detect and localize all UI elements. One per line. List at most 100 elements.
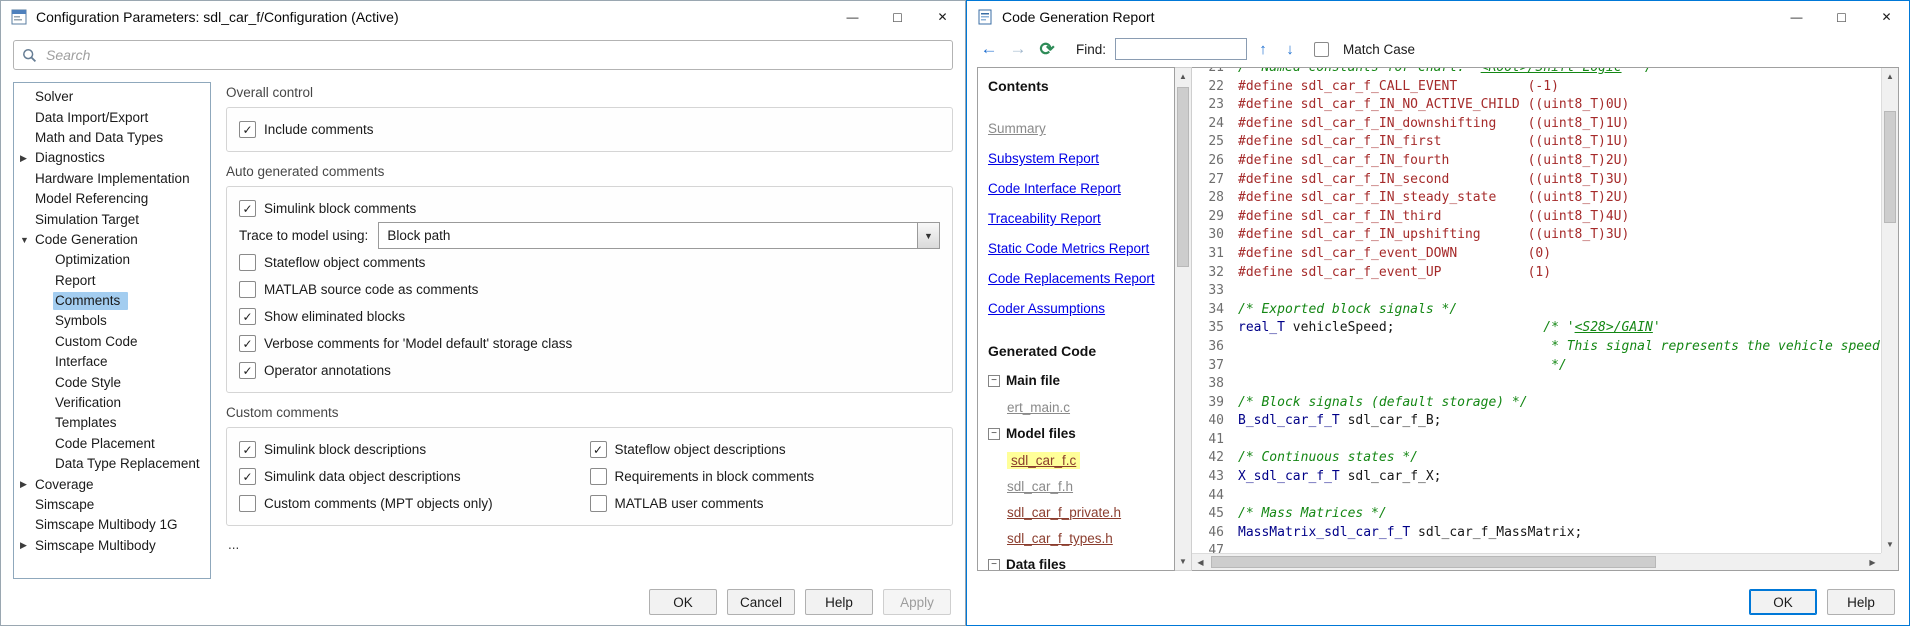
ok-button[interactable]: OK [649, 589, 717, 615]
tree-collapsed-icon[interactable]: ▶ [20, 479, 33, 490]
code-symbol-link[interactable]: X_sdl_car_f_T [1238, 469, 1340, 484]
search-box[interactable] [13, 40, 953, 70]
match-case-checkbox[interactable] [1314, 42, 1329, 57]
file-link-sdl-car-f-h[interactable]: sdl_car_f.h [1007, 479, 1073, 494]
cancel-button[interactable]: Cancel [727, 589, 795, 615]
file-link-ert-main-c[interactable]: ert_main.c [1007, 400, 1070, 415]
tree-item-simscape[interactable]: Simscape [14, 495, 210, 515]
checkbox-simulink-block-comments[interactable]: ✓ [239, 200, 256, 217]
tree-item-templates[interactable]: Templates [14, 413, 210, 433]
code-vscroll-thumb[interactable] [1884, 111, 1896, 223]
tree-item-symbols[interactable]: Symbols [14, 311, 210, 331]
back-icon[interactable]: ← [977, 37, 1001, 61]
scroll-down-icon[interactable]: ▼ [1175, 553, 1191, 570]
tree-item-solver[interactable]: Solver [14, 87, 210, 107]
maximize-button[interactable]: □ [1819, 1, 1864, 33]
apply-button[interactable]: Apply [883, 589, 951, 615]
toc-link-coder-assumptions[interactable]: Coder Assumptions [988, 300, 1164, 317]
toc-link-code-replacements-report[interactable]: Code Replacements Report [988, 270, 1164, 287]
tree-item-model-referencing[interactable]: Model Referencing [14, 189, 210, 209]
ok-button[interactable]: OK [1749, 589, 1817, 615]
scroll-right-icon[interactable]: ▶ [1864, 554, 1881, 570]
tree-collapsed-icon[interactable]: ▶ [20, 540, 33, 551]
tree-item-simscape-multibody-1g[interactable]: Simscape Multibody 1G [14, 515, 210, 535]
collapse-toggle-icon[interactable]: − [988, 428, 1000, 440]
scroll-down-icon[interactable]: ▼ [1882, 536, 1898, 553]
checkbox-matlab-user-comments[interactable] [590, 495, 607, 512]
file-link-sdl-car-f-c[interactable]: sdl_car_f.c [1007, 452, 1080, 469]
help-button[interactable]: Help [805, 589, 873, 615]
minimize-button[interactable]: — [830, 1, 875, 33]
contents-scrollbar-track[interactable] [1175, 85, 1191, 553]
checkbox-simulink-data-object-descriptions[interactable]: ✓ [239, 468, 256, 485]
toc-link-static-code-metrics-report[interactable]: Static Code Metrics Report [988, 240, 1164, 257]
checkbox-include-comments[interactable]: ✓ [239, 121, 256, 138]
minimize-button[interactable]: — [1774, 1, 1819, 33]
tree-item-code-generation[interactable]: ▼Code Generation [14, 230, 210, 250]
tree-item-data-type-replacement[interactable]: Data Type Replacement [14, 454, 210, 474]
checkbox-verbose-comments-for-model-default-storage-class[interactable]: ✓ [239, 335, 256, 352]
tree-item-diagnostics[interactable]: ▶Diagnostics [14, 148, 210, 168]
file-link-sdl-car-f-types-h[interactable]: sdl_car_f_types.h [1007, 531, 1113, 546]
tree-item-report[interactable]: Report [14, 271, 210, 291]
contents-scrollbar-thumb[interactable] [1177, 87, 1189, 267]
code-symbol-link[interactable]: MassMatrix_sdl_car_f_T [1238, 525, 1410, 540]
checkbox-stateflow-object-comments[interactable] [239, 254, 256, 271]
tree-item-hardware-implementation[interactable]: Hardware Implementation [14, 169, 210, 189]
checkbox-stateflow-object-descriptions[interactable]: ✓ [590, 441, 607, 458]
tree-item-comments[interactable]: Comments [14, 291, 210, 311]
find-previous-icon[interactable]: ↑ [1252, 38, 1274, 60]
tree-item-simscape-multibody[interactable]: ▶Simscape Multibody [14, 536, 210, 556]
select-trace-to-model-using[interactable]: Block path▼ [378, 222, 940, 249]
code-vscroll-track[interactable] [1882, 85, 1898, 536]
toc-link-traceability-report[interactable]: Traceability Report [988, 210, 1164, 227]
code-hscroll-thumb[interactable] [1211, 556, 1656, 568]
code-lines: 21/* Named constants for Chart: '<Root>/… [1196, 68, 1881, 553]
tree-item-code-style[interactable]: Code Style [14, 372, 210, 392]
help-button[interactable]: Help [1827, 589, 1895, 615]
maximize-button[interactable]: □ [875, 1, 920, 33]
tree-item-verification[interactable]: Verification [14, 393, 210, 413]
checkbox-show-eliminated-blocks[interactable]: ✓ [239, 308, 256, 325]
code-vertical-scrollbar[interactable]: ▲ ▼ [1881, 68, 1898, 553]
code-symbol-link[interactable]: real_T [1238, 320, 1285, 335]
tree-item-coverage[interactable]: ▶Coverage [14, 474, 210, 494]
tree-expanded-icon[interactable]: ▼ [20, 235, 33, 245]
search-input[interactable] [44, 46, 944, 64]
refresh-icon[interactable]: ⟳ [1035, 37, 1059, 61]
forward-icon[interactable]: → [1006, 37, 1030, 61]
file-link-sdl-car-f-private-h[interactable]: sdl_car_f_private.h [1007, 505, 1121, 520]
code-symbol-link[interactable]: <Root>/Shift Logic [1481, 68, 1622, 75]
collapse-toggle-icon[interactable]: − [988, 375, 1000, 387]
code-hscroll-track[interactable] [1209, 554, 1864, 570]
toc-link-summary[interactable]: Summary [988, 120, 1164, 137]
tree-item-optimization[interactable]: Optimization [14, 250, 210, 270]
checkbox-simulink-block-descriptions[interactable]: ✓ [239, 441, 256, 458]
checkbox-requirements-in-block-comments[interactable] [590, 468, 607, 485]
tree-item-custom-code[interactable]: Custom Code [14, 332, 210, 352]
contents-scrollbar[interactable]: ▲ ▼ [1175, 67, 1192, 571]
code-symbol-link[interactable]: B_sdl_car_f_T [1238, 413, 1340, 428]
combo-dropdown-icon[interactable]: ▼ [917, 223, 939, 248]
find-input[interactable] [1115, 38, 1247, 60]
toc-link-subsystem-report[interactable]: Subsystem Report [988, 150, 1164, 167]
checkbox-operator-annotations[interactable]: ✓ [239, 362, 256, 379]
checkbox-matlab-source-code-as-comments[interactable] [239, 281, 256, 298]
code-symbol-link[interactable]: <S28>/GAIN [1575, 320, 1653, 335]
tree-collapsed-icon[interactable]: ▶ [20, 153, 33, 164]
close-button[interactable]: ✕ [1864, 1, 1909, 33]
tree-item-math-and-data-types[interactable]: Math and Data Types [14, 128, 210, 148]
collapse-toggle-icon[interactable]: − [988, 559, 1000, 571]
toc-link-code-interface-report[interactable]: Code Interface Report [988, 180, 1164, 197]
close-button[interactable]: ✕ [920, 1, 965, 33]
scroll-up-icon[interactable]: ▲ [1175, 68, 1191, 85]
code-horizontal-scrollbar[interactable]: ◀ ▶ [1192, 553, 1881, 570]
tree-item-simulation-target[interactable]: Simulation Target [14, 209, 210, 229]
tree-item-interface[interactable]: Interface [14, 352, 210, 372]
tree-item-data-import-export[interactable]: Data Import/Export [14, 107, 210, 127]
tree-item-code-placement[interactable]: Code Placement [14, 434, 210, 454]
find-next-icon[interactable]: ↓ [1279, 38, 1301, 60]
scroll-left-icon[interactable]: ◀ [1192, 554, 1209, 570]
checkbox-custom-comments-mpt-objects-only[interactable] [239, 495, 256, 512]
scroll-up-icon[interactable]: ▲ [1882, 68, 1898, 85]
